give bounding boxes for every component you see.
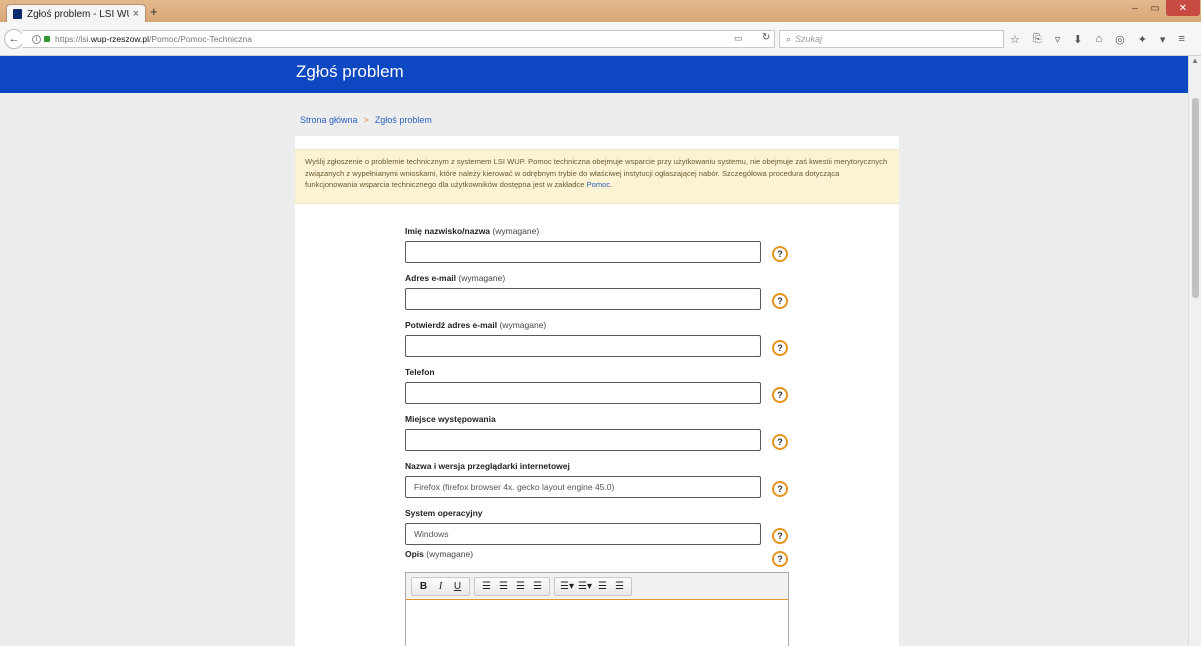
text-input[interactable]: Windows — [405, 523, 761, 545]
url-path: /Pomoc/Pomoc-Techniczna — [149, 34, 253, 44]
help-icon[interactable]: ? — [772, 434, 788, 450]
field-label: Imię nazwisko/nazwa (wymagane) — [405, 226, 540, 236]
form-field: Adres e-mail (wymagane)? — [405, 273, 805, 310]
field-label: System operacyjny — [405, 508, 483, 518]
reload-icon[interactable]: ↻ — [762, 32, 770, 43]
breadcrumb: Strona główna > Zgłoś problem — [300, 115, 432, 125]
url-host: wup-rzeszow.pl — [90, 34, 150, 44]
extension-icon[interactable]: ✦ — [1138, 33, 1147, 46]
numbered-list-icon[interactable]: ☰▾ — [577, 579, 593, 594]
field-label: Adres e-mail (wymagane) — [405, 273, 506, 283]
italic-icon[interactable]: I — [433, 579, 448, 594]
description-editor[interactable]: B I U ☰ ☰ ☰ ☰ ☰▾ ☰▾ ☰ ☰ — [405, 572, 789, 646]
tab-title: Zgłoś problem - LSI WUP ... — [27, 8, 129, 20]
home-icon[interactable]: ⌂ — [1095, 33, 1102, 46]
outdent-icon[interactable]: ☰ — [595, 579, 610, 594]
pocket-icon[interactable]: ▿ — [1055, 33, 1061, 46]
bold-icon[interactable]: B — [416, 579, 431, 594]
page-title: Zgłoś problem — [296, 62, 404, 81]
form-field: Nazwa i wersja przeglądarki internetowej… — [405, 461, 805, 498]
form-field: Telefon? — [405, 367, 805, 404]
breadcrumb-home-link[interactable]: Strona główna — [300, 115, 358, 125]
field-label: Opis (wymagane) — [405, 549, 474, 559]
page-header: Zgłoś problem — [0, 56, 1188, 93]
form-field: Imię nazwisko/nazwa (wymagane)? — [405, 226, 805, 263]
breadcrumb-current[interactable]: Zgłoś problem — [375, 115, 432, 125]
window-close-button[interactable]: ✕ — [1166, 0, 1200, 16]
site-favicon-icon — [13, 9, 22, 19]
text-input[interactable]: Firefox (firefox browser 4x. gecko layou… — [405, 476, 761, 498]
window-maximize-button[interactable]: ▭ — [1145, 0, 1165, 16]
page-scrollbar[interactable]: ▲ — [1188, 56, 1201, 646]
text-input[interactable] — [405, 429, 761, 451]
reader-view-icon[interactable]: ▭ — [734, 33, 743, 44]
search-input[interactable]: ⌕ Szukaj — [779, 30, 1004, 48]
notice-help-link[interactable]: Pomoc — [587, 180, 611, 189]
toolbar-icons: ☆ ⎘ ▿ ⬇ ⌂ ◎ ✦ ▾ ≡ — [1010, 33, 1185, 46]
align-center-icon[interactable]: ☰ — [496, 579, 511, 594]
browser-titlebar: Zgłoś problem - LSI WUP ... × + – ▭ ✕ — [0, 0, 1201, 23]
info-notice: Wyślij zgłoszenie o problemie techniczny… — [295, 149, 899, 204]
tab-close-icon[interactable]: × — [133, 8, 139, 20]
menu-icon[interactable]: ≡ — [1178, 33, 1184, 46]
align-right-icon[interactable]: ☰ — [513, 579, 528, 594]
text-input[interactable] — [405, 382, 761, 404]
lock-icon — [44, 36, 50, 42]
field-label: Potwierdź adres e-mail (wymagane) — [405, 320, 547, 330]
url-bar[interactable]: i https://lsi. wup-rzeszow.pl /Pomoc/Pom… — [22, 30, 775, 48]
clipboard-icon[interactable]: ⎘ — [1033, 33, 1042, 46]
chat-icon[interactable]: ◎ — [1115, 33, 1125, 46]
bullet-list-icon[interactable]: ☰▾ — [559, 579, 575, 594]
editor-toolbar: B I U ☰ ☰ ☰ ☰ ☰▾ ☰▾ ☰ ☰ — [406, 573, 788, 600]
back-arrow-icon[interactable]: ← — [4, 29, 24, 49]
help-icon[interactable]: ? — [772, 293, 788, 309]
browser-tab[interactable]: Zgłoś problem - LSI WUP ... × — [6, 4, 146, 23]
new-tab-button[interactable]: + — [150, 4, 158, 19]
help-icon[interactable]: ? — [772, 387, 788, 403]
align-justify-icon[interactable]: ☰ — [530, 579, 545, 594]
align-left-icon[interactable]: ☰ — [479, 579, 494, 594]
field-label: Miejsce występowania — [405, 414, 496, 424]
dropdown-icon[interactable]: ▾ — [1160, 33, 1166, 46]
form-panel: Wyślij zgłoszenie o problemie techniczny… — [295, 136, 899, 646]
search-icon: ⌕ — [786, 33, 792, 44]
form-field: System operacyjny Windows? — [405, 508, 805, 545]
help-icon[interactable]: ? — [772, 246, 788, 262]
url-prefix: https://lsi. — [55, 34, 91, 44]
field-label: Telefon — [405, 367, 435, 377]
text-input[interactable] — [405, 241, 761, 263]
download-icon[interactable]: ⬇ — [1073, 33, 1082, 46]
browser-navbar: ← i https://lsi. wup-rzeszow.pl /Pomoc/P… — [0, 22, 1201, 56]
scroll-up-icon[interactable]: ▲ — [1191, 56, 1199, 65]
help-icon[interactable]: ? — [772, 551, 788, 567]
help-icon[interactable]: ? — [772, 481, 788, 497]
text-input[interactable] — [405, 335, 761, 357]
field-label: Nazwa i wersja przeglądarki internetowej — [405, 461, 570, 471]
text-input[interactable] — [405, 288, 761, 310]
scroll-thumb[interactable] — [1192, 98, 1199, 298]
info-icon[interactable]: i — [32, 34, 41, 44]
page-viewport: Zgłoś problem Strona główna > Zgłoś proble… — [0, 56, 1188, 646]
underline-icon[interactable]: U — [450, 579, 465, 594]
search-placeholder: Szukaj — [795, 34, 823, 44]
indent-icon[interactable]: ☰ — [612, 579, 627, 594]
bookmark-star-icon[interactable]: ☆ — [1010, 33, 1020, 46]
help-icon[interactable]: ? — [772, 528, 788, 544]
window-minimize-button[interactable]: – — [1125, 0, 1145, 16]
breadcrumb-separator: > — [363, 115, 369, 125]
form-field: Miejsce występowania? — [405, 414, 805, 451]
form-field: Potwierdź adres e-mail (wymagane)? — [405, 320, 805, 357]
notice-end: . — [610, 180, 613, 189]
description-field: Opis (wymagane) ? — [405, 549, 805, 567]
help-icon[interactable]: ? — [772, 340, 788, 356]
